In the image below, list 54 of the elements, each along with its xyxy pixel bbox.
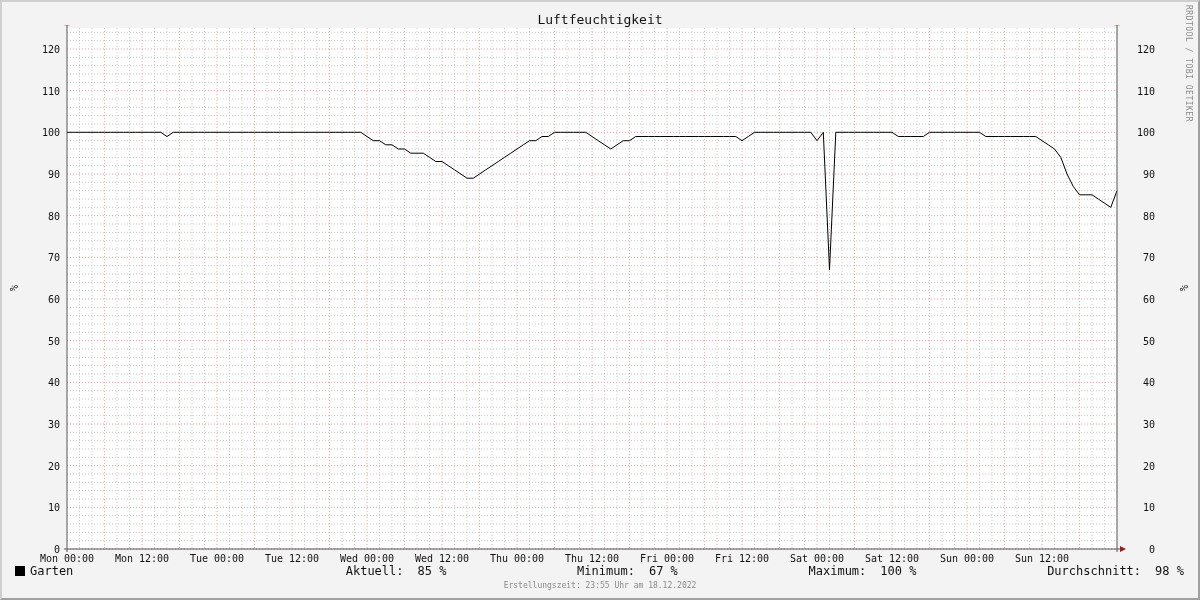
y-tick-label: 40 [47,377,60,389]
y-tick-label: 80 [1142,210,1155,222]
x-tick-label: Wed 00:00 [339,553,395,564]
stat-value: 98 % [1155,564,1184,578]
y-tick-label: 0 [1148,544,1155,555]
y-axis-label: % [1178,285,1189,291]
stat-value: 100 % [880,564,917,578]
y-tick-label: 50 [47,335,60,347]
y-tick-label: 80 [47,210,60,222]
y-tick-label: 100 [41,127,60,139]
legend-label: Garten [30,564,74,578]
x-tick-label: Fri 12:00 [714,553,770,564]
stat-label: Durchschnitt: [1047,564,1142,578]
y-tick-label: 90 [47,169,60,180]
stat-value: 85 % [417,564,447,578]
y-tick-label: 30 [1142,419,1155,430]
x-tick-label: Fri 00:00 [639,553,695,564]
y-tick-label: 10 [1142,502,1155,514]
chart-title: Luftfeuchtigkeit [537,11,663,25]
y-tick-label: 20 [1142,460,1155,472]
y-axis-label: % [8,285,19,291]
stat-label: Maximum: [808,564,867,578]
credit-text: RRDTOOL / TOBI OETIKER [1184,5,1193,122]
x-tick-label: Sun 12:00 [1014,553,1070,564]
x-tick-label: Wed 12:00 [414,553,470,564]
x-tick-label: Tue 12:00 [264,553,320,564]
x-tick-label: Thu 12:00 [564,553,620,564]
y-tick-label: 120 [41,44,60,55]
y-tick-label: 50 [1142,335,1155,347]
x-tick-label: Mon 12:00 [114,553,170,564]
y-tick-label: 120 [1136,44,1155,55]
y-tick-label: 20 [47,460,60,472]
stat-value: 67 % [648,564,678,578]
stat-label: Aktuell: [345,564,404,578]
y-tick-label: 90 [1142,169,1155,180]
x-tick-label: Sat 12:00 [864,553,920,564]
y-tick-label: 70 [1142,252,1155,264]
y-tick-label: 40 [1142,377,1155,389]
creation-time: Erstellungszeit: 23:55 Uhr am 18.12.2022 [503,581,697,590]
y-tick-label: 100 [1136,127,1155,139]
stat-label: Minimum: [577,564,635,578]
x-tick-label: Mon 00:00 [39,553,95,564]
y-tick-label: 60 [1142,294,1155,305]
x-tick-label: Tue 00:00 [189,553,245,564]
x-tick-label: Sun 00:00 [939,553,995,564]
y-tick-label: 30 [47,419,60,430]
y-tick-label: 110 [1136,85,1155,97]
y-tick-label: 70 [47,252,60,264]
y-tick-label: 10 [47,502,60,514]
y-tick-label: 110 [41,85,60,97]
y-tick-label: 0 [53,544,60,555]
x-tick-label: Thu 00:00 [489,553,545,564]
x-tick-label: Sat 00:00 [789,553,845,564]
y-tick-label: 60 [47,294,60,305]
